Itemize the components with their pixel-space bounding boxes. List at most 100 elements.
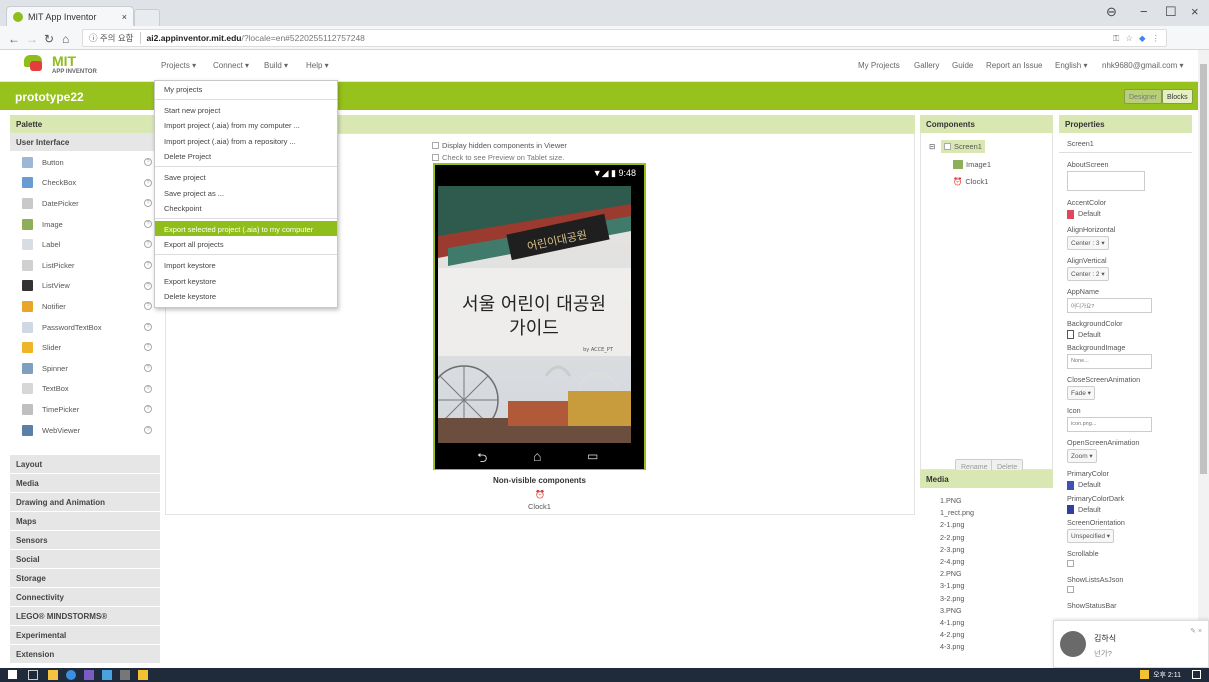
help-icon[interactable]: ? — [144, 158, 152, 166]
link-report-issue[interactable]: Report an Issue — [986, 61, 1042, 70]
palette-item-listview[interactable]: ListView? — [10, 276, 160, 297]
help-icon[interactable]: ? — [144, 384, 152, 393]
profile-icon[interactable]: ⊖ — [1106, 4, 1117, 20]
tray-kakao-icon[interactable] — [1140, 670, 1149, 679]
url-field[interactable]: ⓘ 주의 요함 ai2.appinventor.mit.edu/?locale=… — [82, 29, 1167, 47]
help-icon[interactable]: ? — [144, 343, 152, 352]
align-h-select[interactable]: Center : 3 ▾ — [1067, 235, 1109, 250]
help-icon[interactable]: ? — [144, 363, 152, 372]
help-icon[interactable]: ? — [144, 178, 152, 187]
chrome-icon[interactable] — [66, 670, 76, 680]
section-media[interactable]: Media — [10, 474, 160, 493]
menu-item-export-all-projects[interactable]: Export all projects — [155, 236, 337, 252]
forward-icon[interactable]: → — [26, 32, 38, 46]
menu-item-delete-keystore[interactable]: Delete keystore — [155, 288, 337, 304]
display-hidden-checkbox[interactable]: Display hidden components in Viewer — [432, 141, 567, 150]
bg-swatch[interactable] — [1067, 330, 1074, 340]
media-file[interactable]: 2.PNG — [940, 568, 1053, 580]
palette-item-button[interactable]: Button? — [10, 152, 160, 173]
app-icon[interactable] — [102, 670, 112, 680]
primary-swatch[interactable] — [1067, 480, 1074, 490]
scrollbar-thumb[interactable] — [1200, 64, 1207, 474]
section-user-interface[interactable]: User Interface — [10, 133, 160, 152]
visual-studio-icon[interactable] — [84, 670, 94, 680]
menu-dots-icon[interactable]: ⋮ — [1152, 33, 1161, 44]
language-select[interactable]: English ▾ — [1055, 61, 1087, 70]
section-connectivity[interactable]: Connectivity — [10, 588, 160, 607]
section-drawing-and-animation[interactable]: Drawing and Animation — [10, 493, 160, 512]
link-my-projects[interactable]: My Projects — [858, 61, 900, 70]
tree-image1[interactable]: Image1 — [953, 160, 991, 169]
nav-back-icon[interactable]: ⮌ — [477, 449, 487, 471]
menu-item-my-projects[interactable]: My projects — [155, 81, 337, 97]
media-file[interactable]: 2-3.png — [940, 544, 1053, 556]
close-window-button[interactable]: × — [1191, 4, 1199, 19]
file-explorer-icon[interactable] — [48, 670, 58, 680]
menu-item-export-keystore[interactable]: Export keystore — [155, 273, 337, 289]
menu-item-import-project-aia-from-my-computer[interactable]: Import project (.aia) from my computer .… — [155, 117, 337, 133]
help-icon[interactable]: ? — [144, 281, 152, 290]
accent-value[interactable]: Default — [1078, 209, 1101, 218]
close-anim-select[interactable]: Fade ▾ — [1067, 386, 1095, 401]
tree-screen1[interactable]: Screen1 — [941, 140, 985, 153]
section-extension[interactable]: Extension — [10, 645, 160, 664]
section-layout[interactable]: Layout — [10, 455, 160, 474]
account-menu[interactable]: nhk9680@gmail.com ▾ — [1102, 61, 1184, 70]
media-file[interactable]: 2-4.png — [940, 556, 1053, 568]
menu-connect[interactable]: Connect ▾ — [213, 61, 249, 70]
help-icon[interactable]: ? — [144, 240, 152, 249]
media-file[interactable]: 4-2.png — [940, 629, 1053, 641]
menu-item-save-project[interactable]: Save project — [155, 169, 337, 185]
menu-item-save-project-as[interactable]: Save project as ... — [155, 185, 337, 201]
media-file[interactable]: 4-1.png — [940, 617, 1053, 629]
help-icon[interactable]: ? — [144, 405, 152, 414]
reload-icon[interactable]: ↻ — [44, 32, 54, 46]
media-file[interactable]: 2-2.png — [940, 532, 1053, 544]
notification-close-icon[interactable]: ✎ × — [1190, 627, 1202, 635]
extension-icon[interactable]: ◆ — [1139, 33, 1146, 44]
maximize-button[interactable]: ☐ — [1165, 4, 1177, 20]
windows-start-icon[interactable] — [8, 670, 17, 679]
media-file[interactable]: 1.PNG — [940, 495, 1053, 507]
palette-item-textbox[interactable]: TextBox? — [10, 379, 160, 400]
chat-notification[interactable]: 김하식 넌가? ✎ × — [1053, 620, 1209, 668]
media-file[interactable]: 3-2.png — [940, 593, 1053, 605]
media-file[interactable]: 2-1.png — [940, 519, 1053, 531]
menu-item-import-project-aia-from-a-repository[interactable]: Import project (.aia) from a repository … — [155, 133, 337, 149]
mit-logo[interactable]: MIT APP INVENTOR — [22, 53, 122, 79]
designer-button[interactable]: Designer — [1124, 89, 1163, 104]
orientation-select[interactable]: Unspecified ▾ — [1067, 529, 1115, 544]
section-maps[interactable]: Maps — [10, 512, 160, 531]
section-experimental[interactable]: Experimental — [10, 626, 160, 645]
palette-item-webviewer[interactable]: WebViewer? — [10, 420, 160, 441]
scrollable-checkbox[interactable] — [1067, 560, 1074, 568]
security-warning[interactable]: ⓘ 주의 요함 — [89, 32, 134, 44]
palette-item-checkbox[interactable]: CheckBox? — [10, 173, 160, 194]
menu-item-export-selected-project-aia-to-my-computer[interactable]: Export selected project (.aia) to my com… — [155, 220, 337, 237]
menu-projects[interactable]: Projects ▾ — [161, 61, 196, 70]
palette-item-timepicker[interactable]: TimePicker? — [10, 399, 160, 420]
tablet-preview-checkbox[interactable]: Check to see Preview on Tablet size. — [432, 153, 564, 162]
menu-item-checkpoint[interactable]: Checkpoint — [155, 200, 337, 216]
new-tab-button[interactable] — [134, 9, 160, 26]
media-file[interactable]: 1_rect.png — [940, 507, 1053, 519]
task-view-icon[interactable] — [28, 670, 38, 680]
menu-item-start-new-project[interactable]: Start new project — [155, 102, 337, 118]
tree-clock1[interactable]: ⏰ Clock1 — [953, 177, 988, 186]
checkbox-box[interactable] — [432, 154, 439, 161]
help-icon[interactable]: ? — [144, 302, 152, 311]
menu-item-delete-project[interactable]: Delete Project — [155, 148, 337, 164]
section-sensors[interactable]: Sensors — [10, 531, 160, 550]
minimize-button[interactable]: − — [1140, 4, 1148, 19]
accent-swatch[interactable] — [1067, 209, 1074, 219]
tree-collapse-icon[interactable]: ⊟ — [929, 142, 935, 151]
home-icon[interactable]: ⌂ — [62, 32, 69, 46]
help-icon[interactable]: ? — [144, 260, 152, 269]
palette-item-label[interactable]: Label? — [10, 234, 160, 255]
key-icon[interactable]: ⚿ — [1113, 33, 1119, 44]
notification-center-icon[interactable] — [1192, 670, 1201, 679]
help-icon[interactable]: ? — [144, 199, 152, 208]
blocks-button[interactable]: Blocks — [1162, 89, 1193, 104]
help-icon[interactable]: ? — [144, 322, 152, 331]
palette-item-passwordtextbox[interactable]: PasswordTextBox? — [10, 317, 160, 338]
